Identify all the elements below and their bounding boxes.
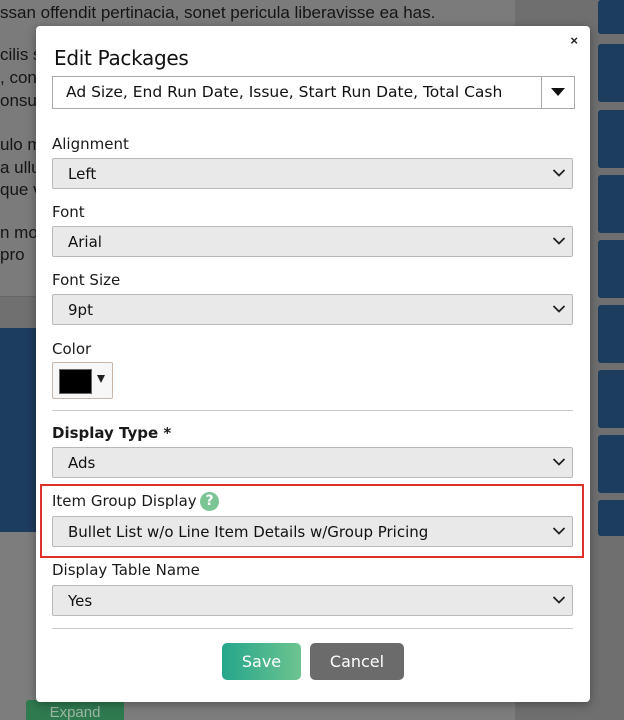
alignment-value: Left <box>68 165 97 183</box>
background-text-line: n mo <box>0 223 38 242</box>
font-size-value: 9pt <box>68 301 93 319</box>
chevron-down-icon <box>552 458 566 466</box>
background-tile <box>598 175 624 233</box>
chevron-down-icon <box>552 237 566 245</box>
caret-down-icon[interactable] <box>551 88 565 96</box>
background-tile <box>598 110 624 168</box>
alignment-label: Alignment <box>52 135 129 153</box>
background-tile <box>598 240 624 298</box>
font-size-label: Font Size <box>52 271 121 289</box>
item-group-display-label: Item Group Display <box>52 492 197 510</box>
display-table-name-value: Yes <box>68 592 93 610</box>
save-button[interactable]: Save <box>222 643 301 680</box>
section-divider <box>52 410 573 411</box>
font-value: Arial <box>68 233 102 251</box>
chevron-down-icon <box>552 596 566 604</box>
background-tile <box>598 435 624 493</box>
display-type-select[interactable]: Ads <box>52 447 573 478</box>
background-tile <box>598 44 624 102</box>
expand-button[interactable]: Expand <box>26 700 124 720</box>
chevron-down-icon <box>552 305 566 313</box>
close-icon[interactable]: × <box>570 34 578 48</box>
font-size-select[interactable]: 9pt <box>52 294 573 325</box>
footer-divider <box>52 628 573 629</box>
background-tile <box>598 500 624 536</box>
alignment-select[interactable]: Left <box>52 158 573 189</box>
background-tile <box>598 0 624 34</box>
background-panel <box>0 328 36 532</box>
color-picker-button[interactable] <box>52 362 113 399</box>
caret-down-icon <box>97 375 105 383</box>
edit-packages-modal: × Edit Packages Ad Size, End Run Date, I… <box>36 26 590 702</box>
background-text-line: onsu <box>0 91 37 110</box>
background-text-line: , con <box>0 68 37 87</box>
display-table-name-label: Display Table Name <box>52 561 200 579</box>
background-tile <box>598 305 624 363</box>
color-swatch <box>59 369 92 394</box>
color-label: Color <box>52 340 92 358</box>
background-tile <box>598 370 624 428</box>
display-type-label: Display Type * <box>52 424 172 442</box>
multiselect-divider <box>541 77 542 108</box>
display-table-name-select[interactable]: Yes <box>52 585 573 616</box>
columns-multiselect[interactable]: Ad Size, End Run Date, Issue, Start Run … <box>52 76 575 109</box>
font-label: Font <box>52 203 85 221</box>
help-icon[interactable]: ? <box>200 492 219 511</box>
cancel-button[interactable]: Cancel <box>310 643 404 680</box>
chevron-down-icon <box>552 527 566 535</box>
background-text-line: ssan offendit pertinacia, sonet pericula… <box>0 3 436 22</box>
modal-title: Edit Packages <box>54 46 189 70</box>
item-group-display-value: Bullet List w/o Line Item Details w/Grou… <box>68 523 429 541</box>
item-group-display-select[interactable]: Bullet List w/o Line Item Details w/Grou… <box>52 516 573 547</box>
background-text-line: a ullu <box>0 158 41 177</box>
columns-multiselect-value: Ad Size, End Run Date, Issue, Start Run … <box>66 83 503 101</box>
background-text-line: pro <box>0 245 25 264</box>
display-type-value: Ads <box>68 454 96 472</box>
font-select[interactable]: Arial <box>52 226 573 257</box>
chevron-down-icon <box>552 169 566 177</box>
